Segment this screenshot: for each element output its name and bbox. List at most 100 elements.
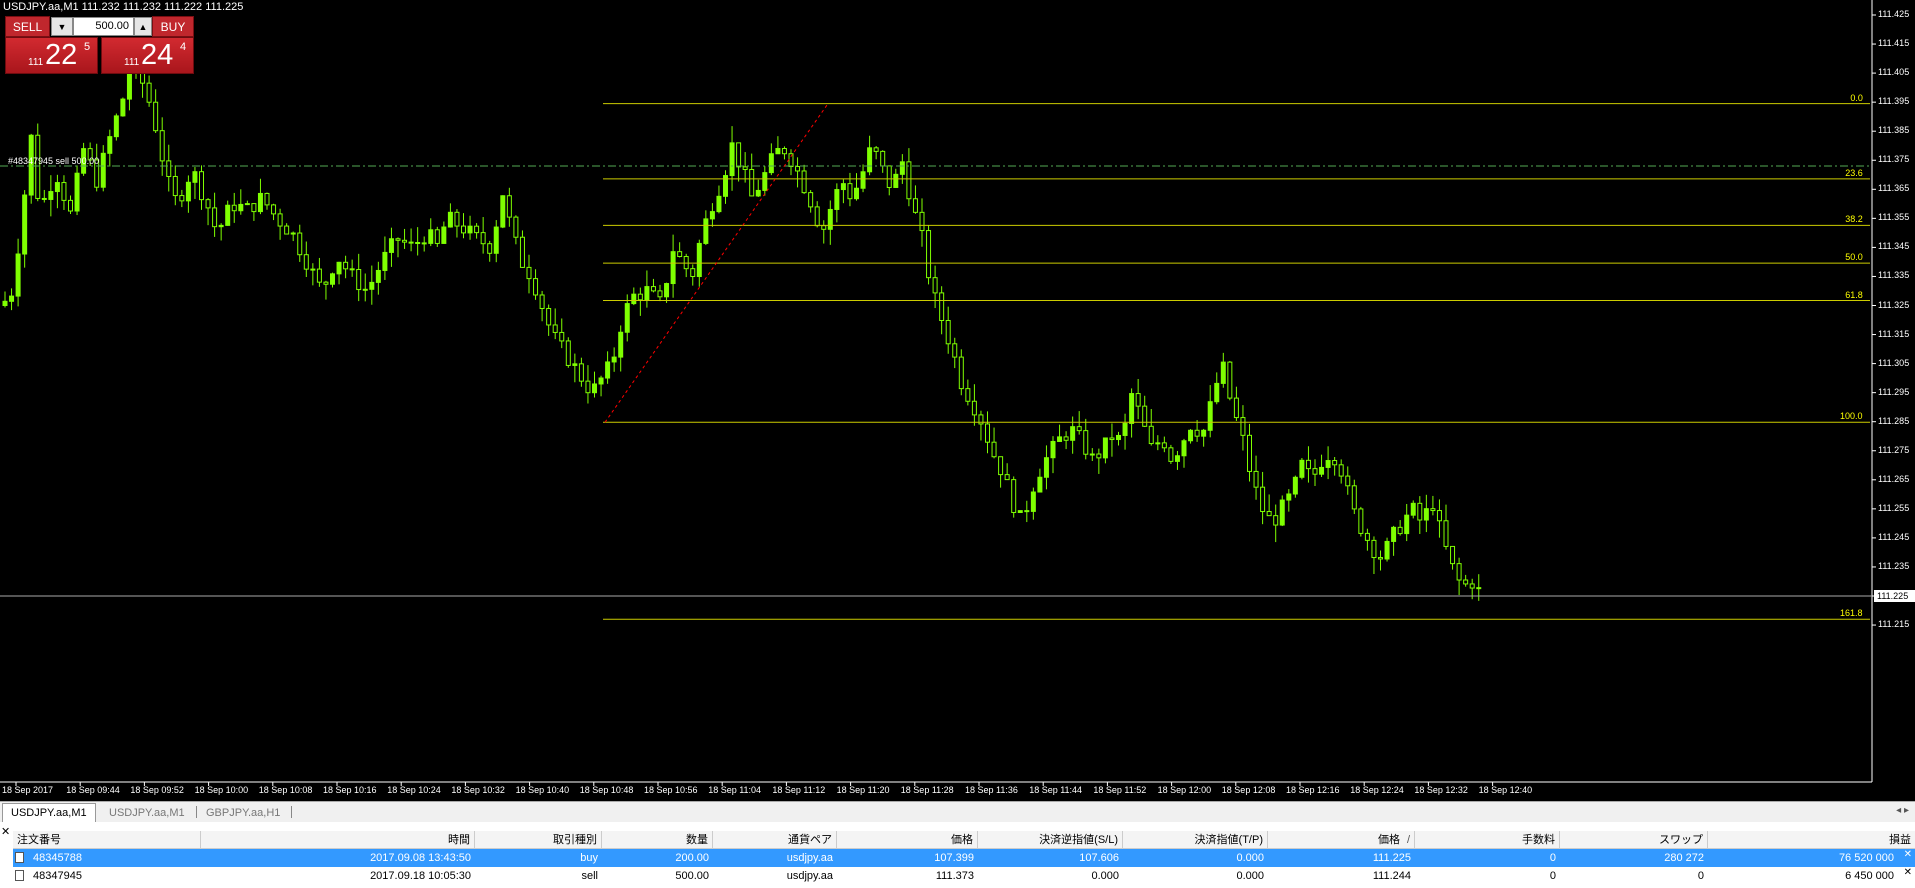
sell-button[interactable]: SELL [5,16,50,37]
candle-body [493,226,499,254]
col-current-price[interactable]: 価格 / [1268,831,1415,849]
price-tick-label: 111.335 [1878,270,1910,281]
candle-body [297,232,303,256]
candle-body [1181,440,1187,457]
sell-price-prefix: 111 [28,57,44,68]
candle-body [559,331,565,342]
candle-body [1142,405,1148,427]
candle-body [886,165,892,188]
candle-body [218,224,224,228]
time-tick-label: 18 Sep 11:36 [965,785,1018,795]
time-tick-label: 18 Sep 10:56 [644,785,698,795]
lot-increase-button[interactable]: ▲ [134,17,152,36]
time-tick-label: 18 Sep 12:08 [1221,785,1276,795]
cell-take-profit[interactable]: 0.000 [1123,867,1268,885]
tab-scroll-arrows[interactable]: ◂ ▸ [1896,805,1909,816]
close-position-icon[interactable]: ✕ [1904,849,1912,860]
candle-body [1102,437,1108,459]
candle-body [801,170,807,194]
col-order-number[interactable]: 注文番号 [13,831,201,849]
position-row-selected[interactable]: 48345788 2017.09.08 13:43:50 buy 200.00 … [13,849,1915,867]
tab-usdjpy-m1[interactable]: USDJPY.aa,M1 [101,804,193,822]
price-tick-label: 111.395 [1878,96,1910,107]
candle-body [1476,587,1482,590]
col-time[interactable]: 時間 [201,831,475,849]
candle-body [729,142,735,177]
chart-area[interactable]: USDJPY.aa,M1 111.232 111.232 111.222 111… [0,0,1915,800]
buy-button[interactable]: BUY [152,16,194,37]
candle-body [441,226,447,244]
candle-body [303,254,309,270]
cell-type: buy [580,852,598,864]
candle-body [225,204,231,226]
price-tick-label: 111.245 [1878,531,1910,542]
candle-body [428,229,434,244]
candle-body [264,192,270,206]
lot-size-input[interactable]: 500.00 [73,17,134,36]
candle-body [1227,361,1233,399]
time-tick-label: 18 Sep 11:28 [900,785,954,795]
candle-body [821,225,827,230]
time-tick-label: 18 Sep 12:16 [1286,785,1340,795]
price-chart[interactable] [0,0,1915,800]
cell-profit: 76 520 000 [1838,852,1894,864]
candle-body [1194,429,1200,437]
col-open-price[interactable]: 価格 [837,831,978,849]
candle-body [434,229,440,244]
time-tick-label: 18 Sep 12:40 [1478,785,1533,795]
lot-decrease-button[interactable]: ▼ [51,17,73,36]
candle-body [1247,434,1252,472]
candle-body [467,225,473,234]
candle-body [1240,417,1246,436]
tab-usdjpy-m1-active[interactable]: USDJPY.aa,M1 [2,803,96,822]
candle-body [1436,510,1442,522]
candle-body [107,136,113,154]
col-profit[interactable]: 損益 [1708,831,1915,849]
close-terminal-icon[interactable]: ✕ [1,825,10,838]
col-current-price-label: 価格 [1378,834,1400,846]
candle-body [637,293,643,301]
cell-stop-loss[interactable]: 0.000 [978,867,1123,885]
price-tick-label: 111.295 [1878,386,1910,397]
candle-body [958,356,964,390]
candle-body [873,147,879,152]
cell-take-profit[interactable]: 0.000 [1123,849,1268,867]
candle-body [369,281,375,290]
candle-body [159,130,165,162]
col-take-profit[interactable]: 決済指値(T/P) [1123,831,1268,849]
candle-body [1129,393,1135,424]
candle-body [677,251,683,258]
candle-body [1384,540,1390,560]
candle-body [1332,460,1338,466]
col-swap[interactable]: スワップ [1560,831,1708,849]
current-price-marker: 111.225 [1874,590,1915,602]
col-symbol[interactable]: 通貨ペア [713,831,837,849]
candle-body [238,203,244,212]
candle-body [1116,434,1121,441]
position-row[interactable]: 48347945 2017.09.18 10:05:30 sell 500.00… [13,867,1915,885]
sell-price-box[interactable]: 111 22 5 [5,37,98,74]
cell-stop-loss[interactable]: 107.606 [978,849,1123,867]
buy-price-box[interactable]: 111 24 4 [101,37,194,74]
close-position-icon[interactable]: ✕ [1904,867,1912,878]
candle-body [847,183,853,200]
candle-body [474,225,480,234]
tab-gbpjpy-h1[interactable]: GBPJPY.aa,H1 [198,804,288,822]
candle-body [375,269,381,283]
col-type[interactable]: 取引種別 [475,831,602,849]
candle-body [546,307,552,326]
col-stop-loss[interactable]: 決済逆指値(S/L) [978,831,1123,849]
time-tick-label: 18 Sep 10:00 [194,785,249,795]
candle-body [971,400,977,416]
candle-body [1338,464,1344,477]
candle-body [1351,485,1357,510]
time-tick-label: 18 Sep 10:48 [579,785,634,795]
col-commission[interactable]: 手数料 [1415,831,1560,849]
time-tick-label: 18 Sep 10:16 [323,785,377,795]
col-volume[interactable]: 数量 [602,831,713,849]
fib-level-label: 50.0 [1845,252,1863,263]
candle-body [22,194,28,255]
candle-body [1286,493,1292,501]
trade-terminal: ✕ 注文番号 時間 取引種別 数量 通貨ペア 価格 決済逆指値(S/L) 決済指… [0,822,1915,888]
price-tick-label: 111.415 [1878,38,1910,49]
